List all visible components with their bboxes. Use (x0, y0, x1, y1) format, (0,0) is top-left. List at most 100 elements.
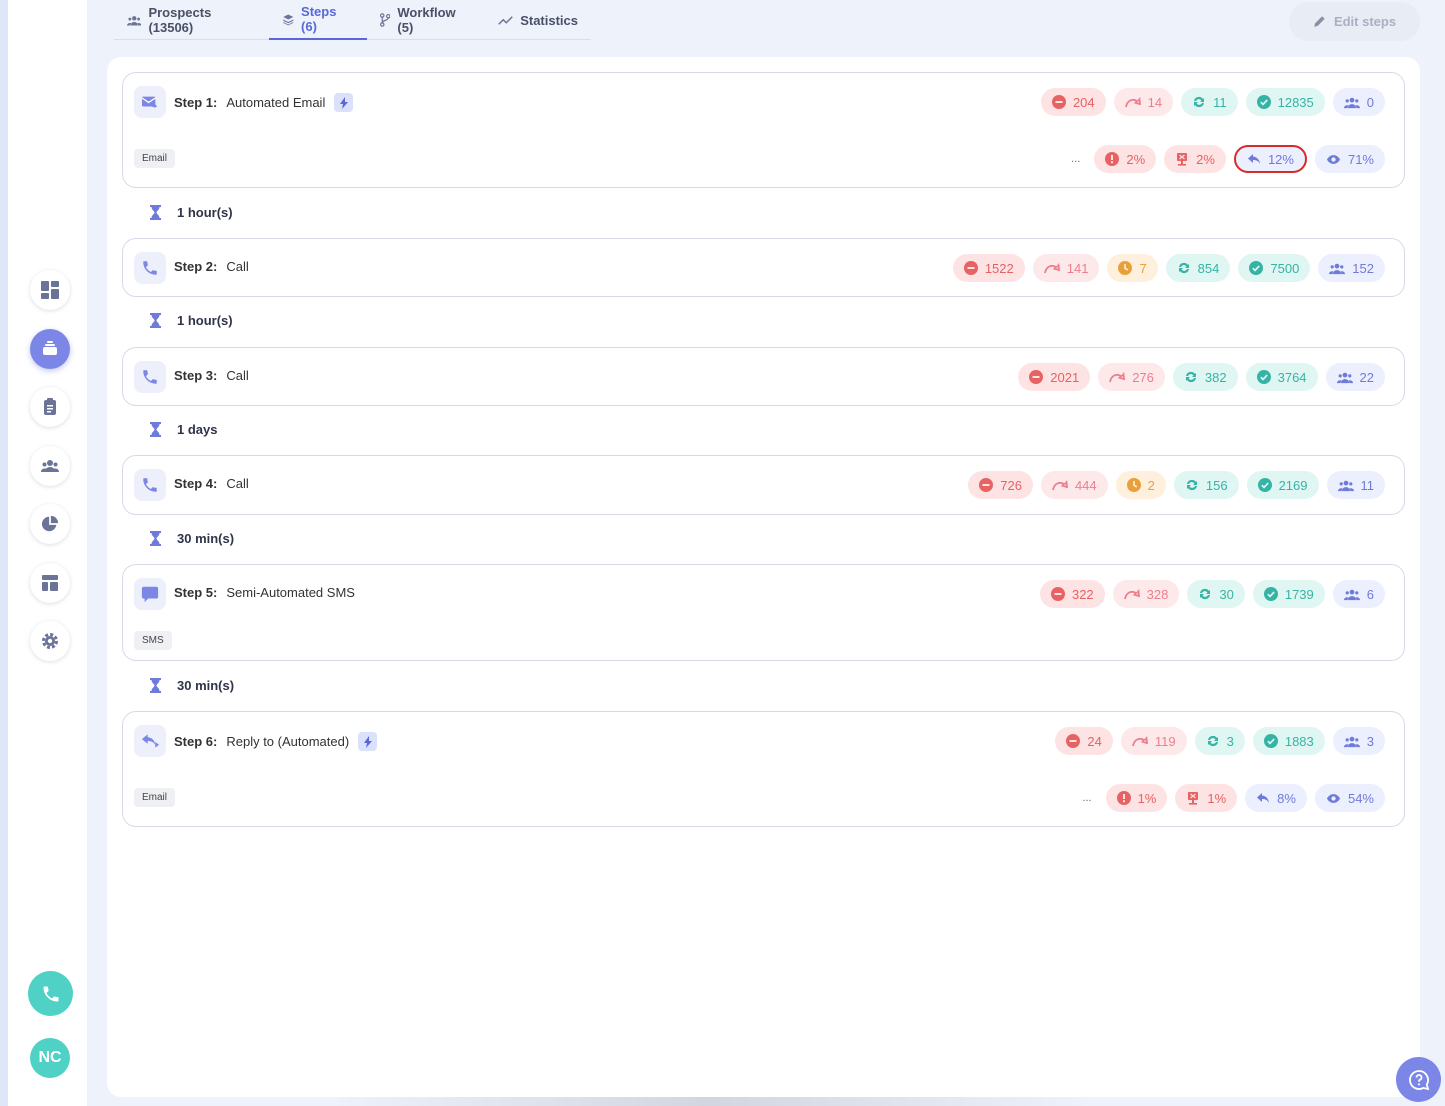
stat-unsubscribe-rate[interactable]: 1% (1175, 784, 1238, 812)
delay-label: 30 min(s) (177, 531, 235, 546)
sidebar-reports[interactable] (30, 504, 70, 544)
stat-value: 54% (1347, 790, 1374, 806)
stat-prospects[interactable]: 22 (1325, 363, 1385, 391)
hourglass-icon (150, 531, 161, 546)
stat-in-progress[interactable]: 156 (1173, 471, 1239, 499)
sidebar-templates[interactable] (30, 563, 70, 603)
stat-completed[interactable]: 2169 (1246, 471, 1319, 499)
sidebar-prospects[interactable] (30, 446, 70, 486)
users-icon (1343, 97, 1360, 108)
step-stats: 204 14 11 12835 0 (1040, 88, 1385, 116)
stat-value: 12% (1267, 151, 1294, 167)
minus-circle-icon (1051, 95, 1066, 109)
stat-skipped[interactable]: 444 (1040, 471, 1108, 499)
delay-label: 1 hour(s) (177, 313, 233, 328)
delay-row: 1 hour(s) (150, 313, 233, 328)
stat-prospects[interactable]: 6 (1332, 580, 1385, 608)
stat-reply-rate[interactable]: 8% (1245, 784, 1307, 812)
minus-circle-icon (1050, 587, 1065, 601)
check-circle-icon (1263, 734, 1278, 748)
stat-value: 444 (1074, 477, 1097, 493)
stat-prospects[interactable]: 11 (1326, 471, 1385, 499)
stat-in-progress[interactable]: 11 (1181, 88, 1238, 116)
sidebar-dashboard[interactable] (30, 270, 70, 310)
sync-icon (1194, 96, 1205, 108)
stat-completed[interactable]: 12835 (1245, 88, 1325, 116)
step-card[interactable]: Step 1: Automated Email 204 14 11 12835 … (122, 72, 1405, 188)
stat-value: 11 (1213, 94, 1227, 110)
tab-prospects[interactable]: Prospects (13506) (114, 0, 269, 40)
hourglass-icon (150, 678, 161, 693)
tab-statistics[interactable]: Statistics (485, 0, 591, 40)
stat-in-progress[interactable]: 382 (1172, 363, 1238, 391)
user-avatar[interactable]: NC (30, 1038, 70, 1078)
stat-skipped[interactable]: 328 (1112, 580, 1180, 608)
phone-icon (143, 370, 157, 384)
step-name: Reply to (Automated) (226, 734, 350, 749)
unsubscribe-icon (1188, 792, 1199, 805)
stat-prospects[interactable]: 0 (1332, 88, 1385, 116)
check-circle-icon (1257, 478, 1272, 492)
stat-completed[interactable]: 3764 (1245, 363, 1318, 391)
stat-scheduled[interactable]: 2 (1115, 471, 1166, 499)
stat-completed[interactable]: 1883 (1252, 727, 1325, 755)
unsubscribe-icon (1177, 153, 1188, 166)
step-title: Step 5: Semi-Automated SMS (174, 585, 355, 600)
step-card[interactable]: Step 5: Semi-Automated SMS 322 328 30 17… (122, 564, 1405, 661)
stat-skipped[interactable]: 276 (1098, 363, 1165, 391)
users-icon (1336, 372, 1353, 383)
stat-unsubscribe-rate[interactable]: 2% (1164, 145, 1226, 173)
step-card[interactable]: Step 2: Call 1522 141 7 854 7500 152 (122, 238, 1405, 297)
stat-reply-rate[interactable]: 12% (1233, 145, 1307, 173)
stat-open-rate[interactable]: 54% (1314, 784, 1385, 812)
automated-email-icon (141, 96, 158, 109)
sidebar-sequences[interactable] (30, 329, 70, 369)
stat-value: 7500 (1270, 260, 1300, 276)
stat-in-progress[interactable]: 3 (1194, 727, 1245, 755)
skip-arrow-icon (1131, 735, 1148, 746)
tab-steps[interactable]: Steps (6) (268, 0, 367, 40)
help-chat-button[interactable] (1396, 1057, 1441, 1102)
stat-open-rate[interactable]: 71% (1314, 145, 1385, 173)
stat-completed[interactable]: 7500 (1238, 254, 1311, 282)
stat-skipped[interactable]: 141 (1032, 254, 1100, 282)
stat-failed[interactable]: 24 (1055, 727, 1113, 755)
stat-skipped[interactable]: 14 (1113, 88, 1174, 116)
stat-value: 1522 (984, 260, 1014, 276)
chart-line-icon (498, 15, 513, 25)
tab-workflow[interactable]: Workflow (5) (367, 0, 485, 40)
stat-prospects[interactable]: 152 (1318, 254, 1385, 282)
users-icon (41, 460, 59, 472)
stat-value: 30 (1219, 586, 1234, 602)
stat-failed[interactable]: 204 (1040, 88, 1106, 116)
stat-failed[interactable]: 322 (1039, 580, 1105, 608)
stat-completed[interactable]: 1739 (1252, 580, 1325, 608)
minus-circle-icon (1066, 734, 1081, 748)
stat-in-progress[interactable]: 854 (1165, 254, 1231, 282)
stat-skipped[interactable]: 119 (1120, 727, 1187, 755)
step-card[interactable]: Step 3: Call 2021 276 382 3764 22 (122, 347, 1405, 406)
bottom-scroll-shadow (330, 1097, 1090, 1106)
stat-failed[interactable]: 1522 (952, 254, 1025, 282)
delay-row: 30 min(s) (150, 531, 234, 546)
step-name: Call (226, 368, 249, 383)
step-number: Step 3: (174, 368, 218, 383)
edit-steps-button[interactable]: Edit steps (1289, 2, 1420, 41)
stat-error-rate[interactable]: 1% (1105, 784, 1168, 812)
stat-value: 14 (1147, 94, 1163, 110)
step-card[interactable]: Step 4: Call 726 444 2 156 2169 11 (122, 455, 1405, 515)
stat-error-rate[interactable]: 2% (1094, 145, 1157, 173)
stat-failed[interactable]: 2021 (1018, 363, 1091, 391)
step-card[interactable]: Step 6: Reply to (Automated) 24 119 3 18… (122, 711, 1405, 827)
sidebar-phone-button[interactable] (28, 971, 73, 1016)
help-bubble-icon (1408, 1069, 1429, 1090)
stat-in-progress[interactable]: 30 (1187, 580, 1245, 608)
step-stats: 726 444 2 156 2169 11 (968, 471, 1385, 499)
stat-scheduled[interactable]: 7 (1107, 254, 1158, 282)
sidebar-settings[interactable] (30, 621, 70, 661)
sidebar-tasks[interactable] (30, 387, 70, 427)
stat-value: 141 (1066, 260, 1089, 276)
stat-failed[interactable]: 726 (968, 471, 1033, 499)
tab-bar: Prospects (13506) Steps (6) Workflow (5)… (114, 0, 591, 40)
stat-prospects[interactable]: 3 (1332, 727, 1385, 755)
